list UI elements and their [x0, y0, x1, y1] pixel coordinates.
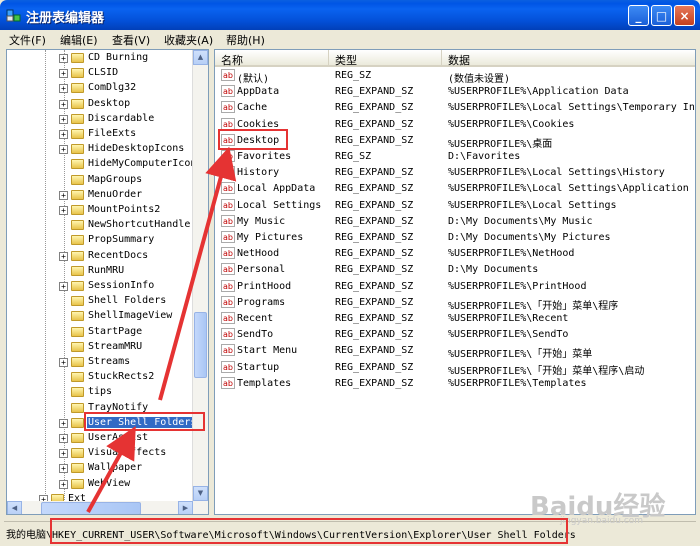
arrow-to-user-shell-folders [86, 426, 136, 513]
arrow-to-desktop [158, 146, 237, 401]
annotation-arrows [86, 146, 237, 513]
